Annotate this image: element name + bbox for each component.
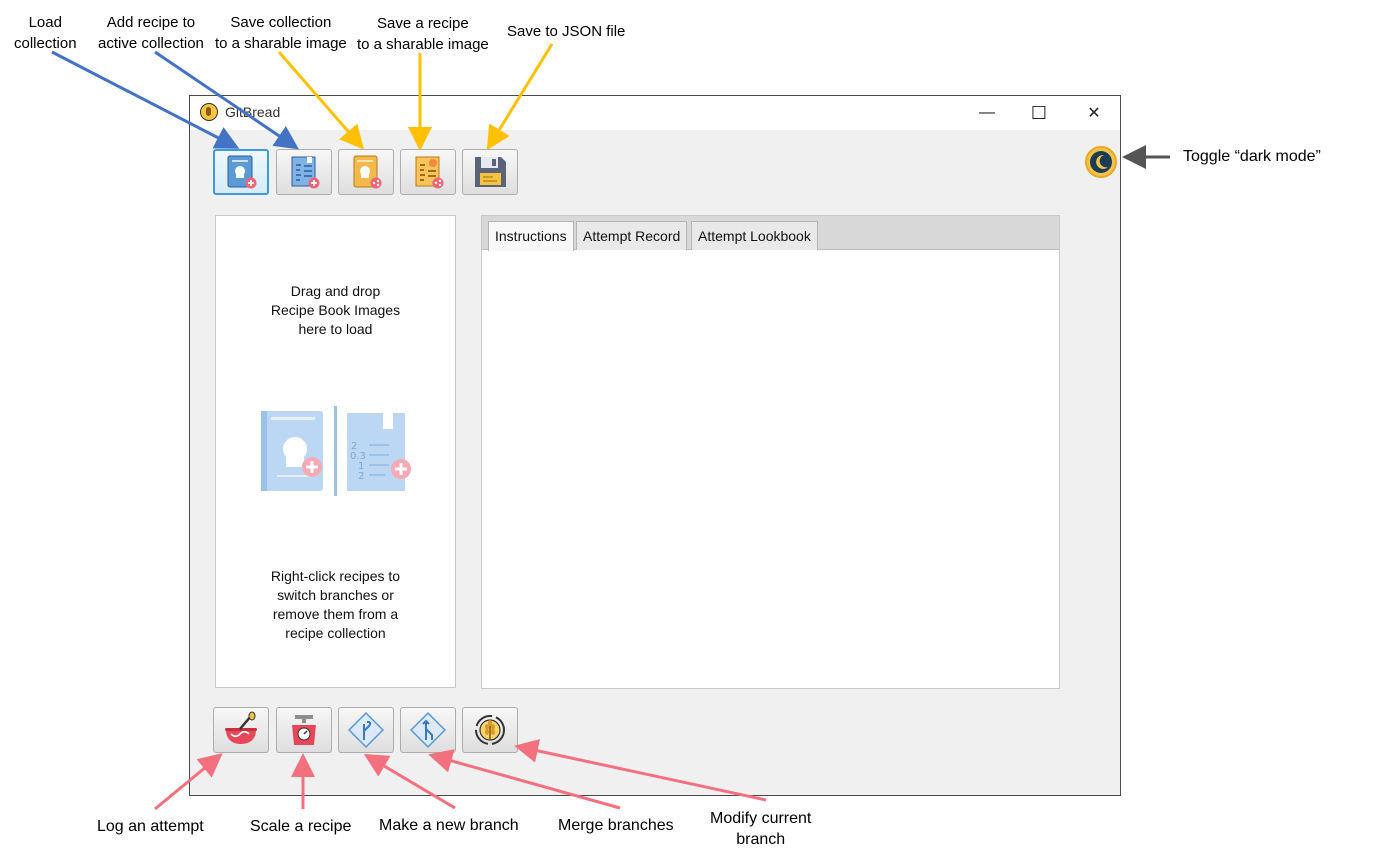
callout-save-recipe-image: Save a recipe to a sharable image [357,15,489,53]
callout-toggle-dark: Toggle “dark mode” [1183,148,1321,165]
callout-save-json: Save to JSON file [507,23,626,40]
right-click-hint-text: Right-click recipes to switch branches o… [270,568,401,641]
close-button[interactable]: ✕ [1071,96,1117,130]
callout-save-collection-image: Save collection to a sharable image [215,14,347,52]
callout-new-branch: Make a new branch [379,817,519,834]
floppy-disk-icon [475,157,506,187]
branch-icon [347,711,385,749]
save-collection-image-button[interactable] [338,149,394,195]
modify-branch-button[interactable] [462,707,518,753]
window-title: GitBread [225,104,281,120]
gitbread-logo-icon [200,103,218,121]
callout-load-collection: Load collection [14,14,77,52]
recipe-drop-panel[interactable]: Drag and drop Recipe Book Images here to… [215,215,456,688]
callout-log-attempt: Log an attempt [97,818,204,835]
callout-merge-branches: Merge branches [558,817,674,834]
recipe-book-illustration-icon: 2 0.3 1 2 [261,406,411,496]
save-json-button[interactable] [462,149,518,195]
load-collection-button[interactable] [213,149,269,195]
merge-branches-button[interactable] [400,707,456,753]
merge-icon [409,711,447,749]
log-attempt-button[interactable] [213,707,269,753]
dark-mode-toggle[interactable] [1085,146,1117,178]
save-recipe-image-button[interactable] [400,149,456,195]
wheat-cycle-icon [475,715,505,745]
svg-text:2: 2 [358,471,364,482]
callout-modify-branch: Modify current branch [710,810,812,848]
add-recipe-button[interactable] [276,149,332,195]
scale-recipe-button[interactable] [276,707,332,753]
mixing-bowl-icon [225,711,257,744]
title-bar: GitBread — ☐ ✕ [190,96,1120,130]
callout-scale-recipe: Scale a recipe [250,818,352,835]
tab-attempt-record[interactable]: Attempt Record [576,221,688,250]
kitchen-scale-icon [292,715,316,745]
app-window: GitBread — ☐ ✕ Drag and drop Recipe Book… [189,95,1121,796]
load-collection-icon [227,155,257,189]
moon-icon [1090,151,1112,173]
tab-instructions[interactable]: Instructions [488,221,574,251]
tab-pane: Instructions Attempt Record Attempt Look… [481,215,1060,689]
maximize-button[interactable]: ☐ [1016,96,1062,130]
tab-attempt-lookbook[interactable]: Attempt Lookbook [691,221,818,250]
save-collection-image-icon [353,155,382,189]
tab-header: Instructions Attempt Record Attempt Look… [482,216,1059,251]
drop-hint-text: Drag and drop Recipe Book Images here to… [270,283,401,337]
add-recipe-icon [291,156,320,189]
new-branch-button[interactable] [338,707,394,753]
minimize-button[interactable]: — [964,96,1010,130]
save-recipe-image-icon [415,156,444,189]
callout-add-recipe: Add recipe to active collection [98,14,204,52]
